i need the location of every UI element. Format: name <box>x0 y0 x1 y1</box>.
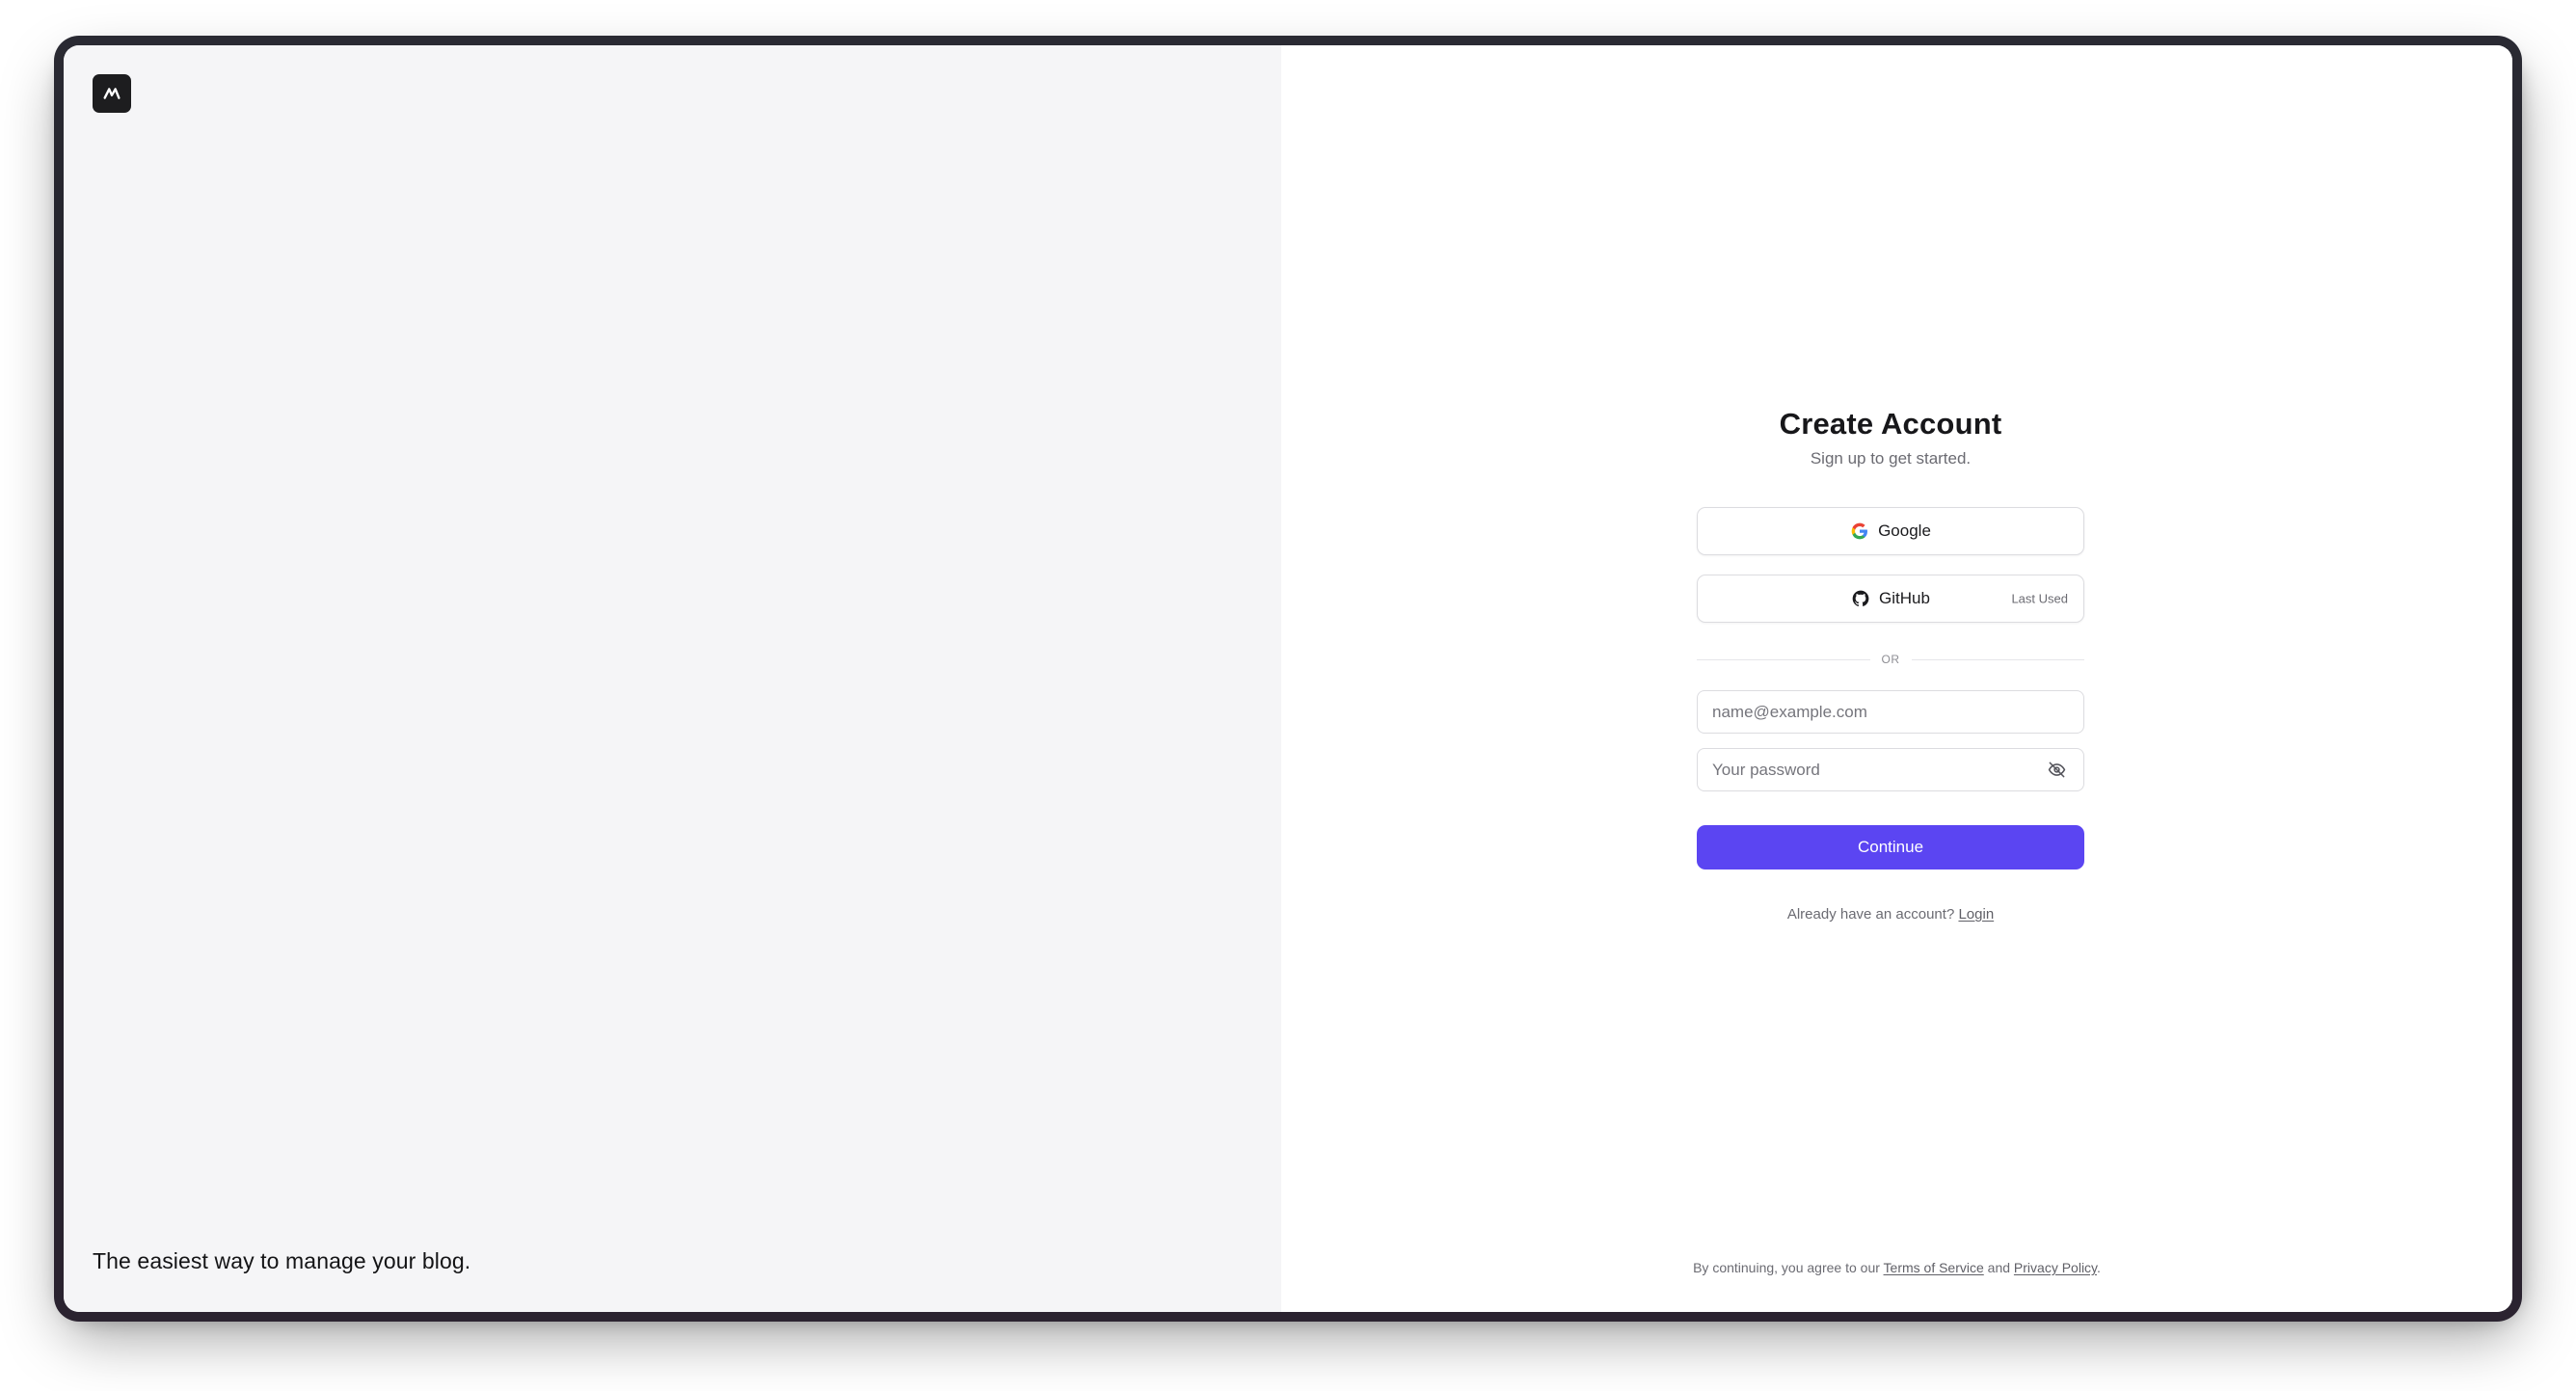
google-icon <box>1850 522 1869 541</box>
github-icon <box>1851 589 1870 608</box>
github-signin-button[interactable]: GitHub Last Used <box>1697 575 2084 623</box>
footer-and: and <box>1987 1260 2011 1275</box>
device-frame: The easiest way to manage your blog. Cre… <box>54 36 2522 1322</box>
email-field[interactable] <box>1698 691 2083 733</box>
email-field-wrapper <box>1697 690 2084 734</box>
divider-line-right <box>1911 658 2084 660</box>
google-signin-button[interactable]: Google <box>1697 507 2084 555</box>
github-button-label: GitHub <box>1879 589 1930 607</box>
page-title: Create Account <box>1779 407 2002 441</box>
page-subtitle: Sign up to get started. <box>1810 449 1972 468</box>
continue-button[interactable]: Continue <box>1697 825 2084 869</box>
login-prompt-row: Already have an account? Login <box>1697 906 2084 923</box>
divider-line-left <box>1697 658 1870 660</box>
password-field-wrapper <box>1697 748 2084 791</box>
divider-text: OR <box>1881 653 1900 666</box>
footer-prefix: By continuing, you agree to our <box>1693 1260 1880 1275</box>
google-button-label: Google <box>1878 522 1931 540</box>
brand-tagline: The easiest way to manage your blog. <box>93 1248 471 1273</box>
stylized-m-logo-icon[interactable] <box>93 74 131 113</box>
last-used-badge: Last Used <box>2011 591 2068 606</box>
terms-of-service-link[interactable]: Terms of Service <box>1884 1260 1984 1275</box>
password-field[interactable] <box>1698 749 2083 790</box>
login-prompt-text: Already have an account? <box>1786 906 1955 923</box>
auth-panel: Create Account Sign up to get started. G… <box>1281 45 2512 1312</box>
or-divider: OR <box>1697 650 2084 669</box>
privacy-policy-link[interactable]: Privacy Policy <box>2014 1260 2097 1275</box>
signup-form: Create Account Sign up to get started. G… <box>1697 407 2084 923</box>
eye-off-icon[interactable] <box>2047 761 2066 780</box>
login-link[interactable]: Login <box>1958 906 1994 923</box>
app-window: The easiest way to manage your blog. Cre… <box>64 45 2512 1312</box>
legal-footer: By continuing, you agree to our Terms of… <box>1281 1260 2512 1275</box>
brand-panel: The easiest way to manage your blog. <box>64 45 1281 1312</box>
footer-suffix: . <box>2097 1260 2101 1275</box>
